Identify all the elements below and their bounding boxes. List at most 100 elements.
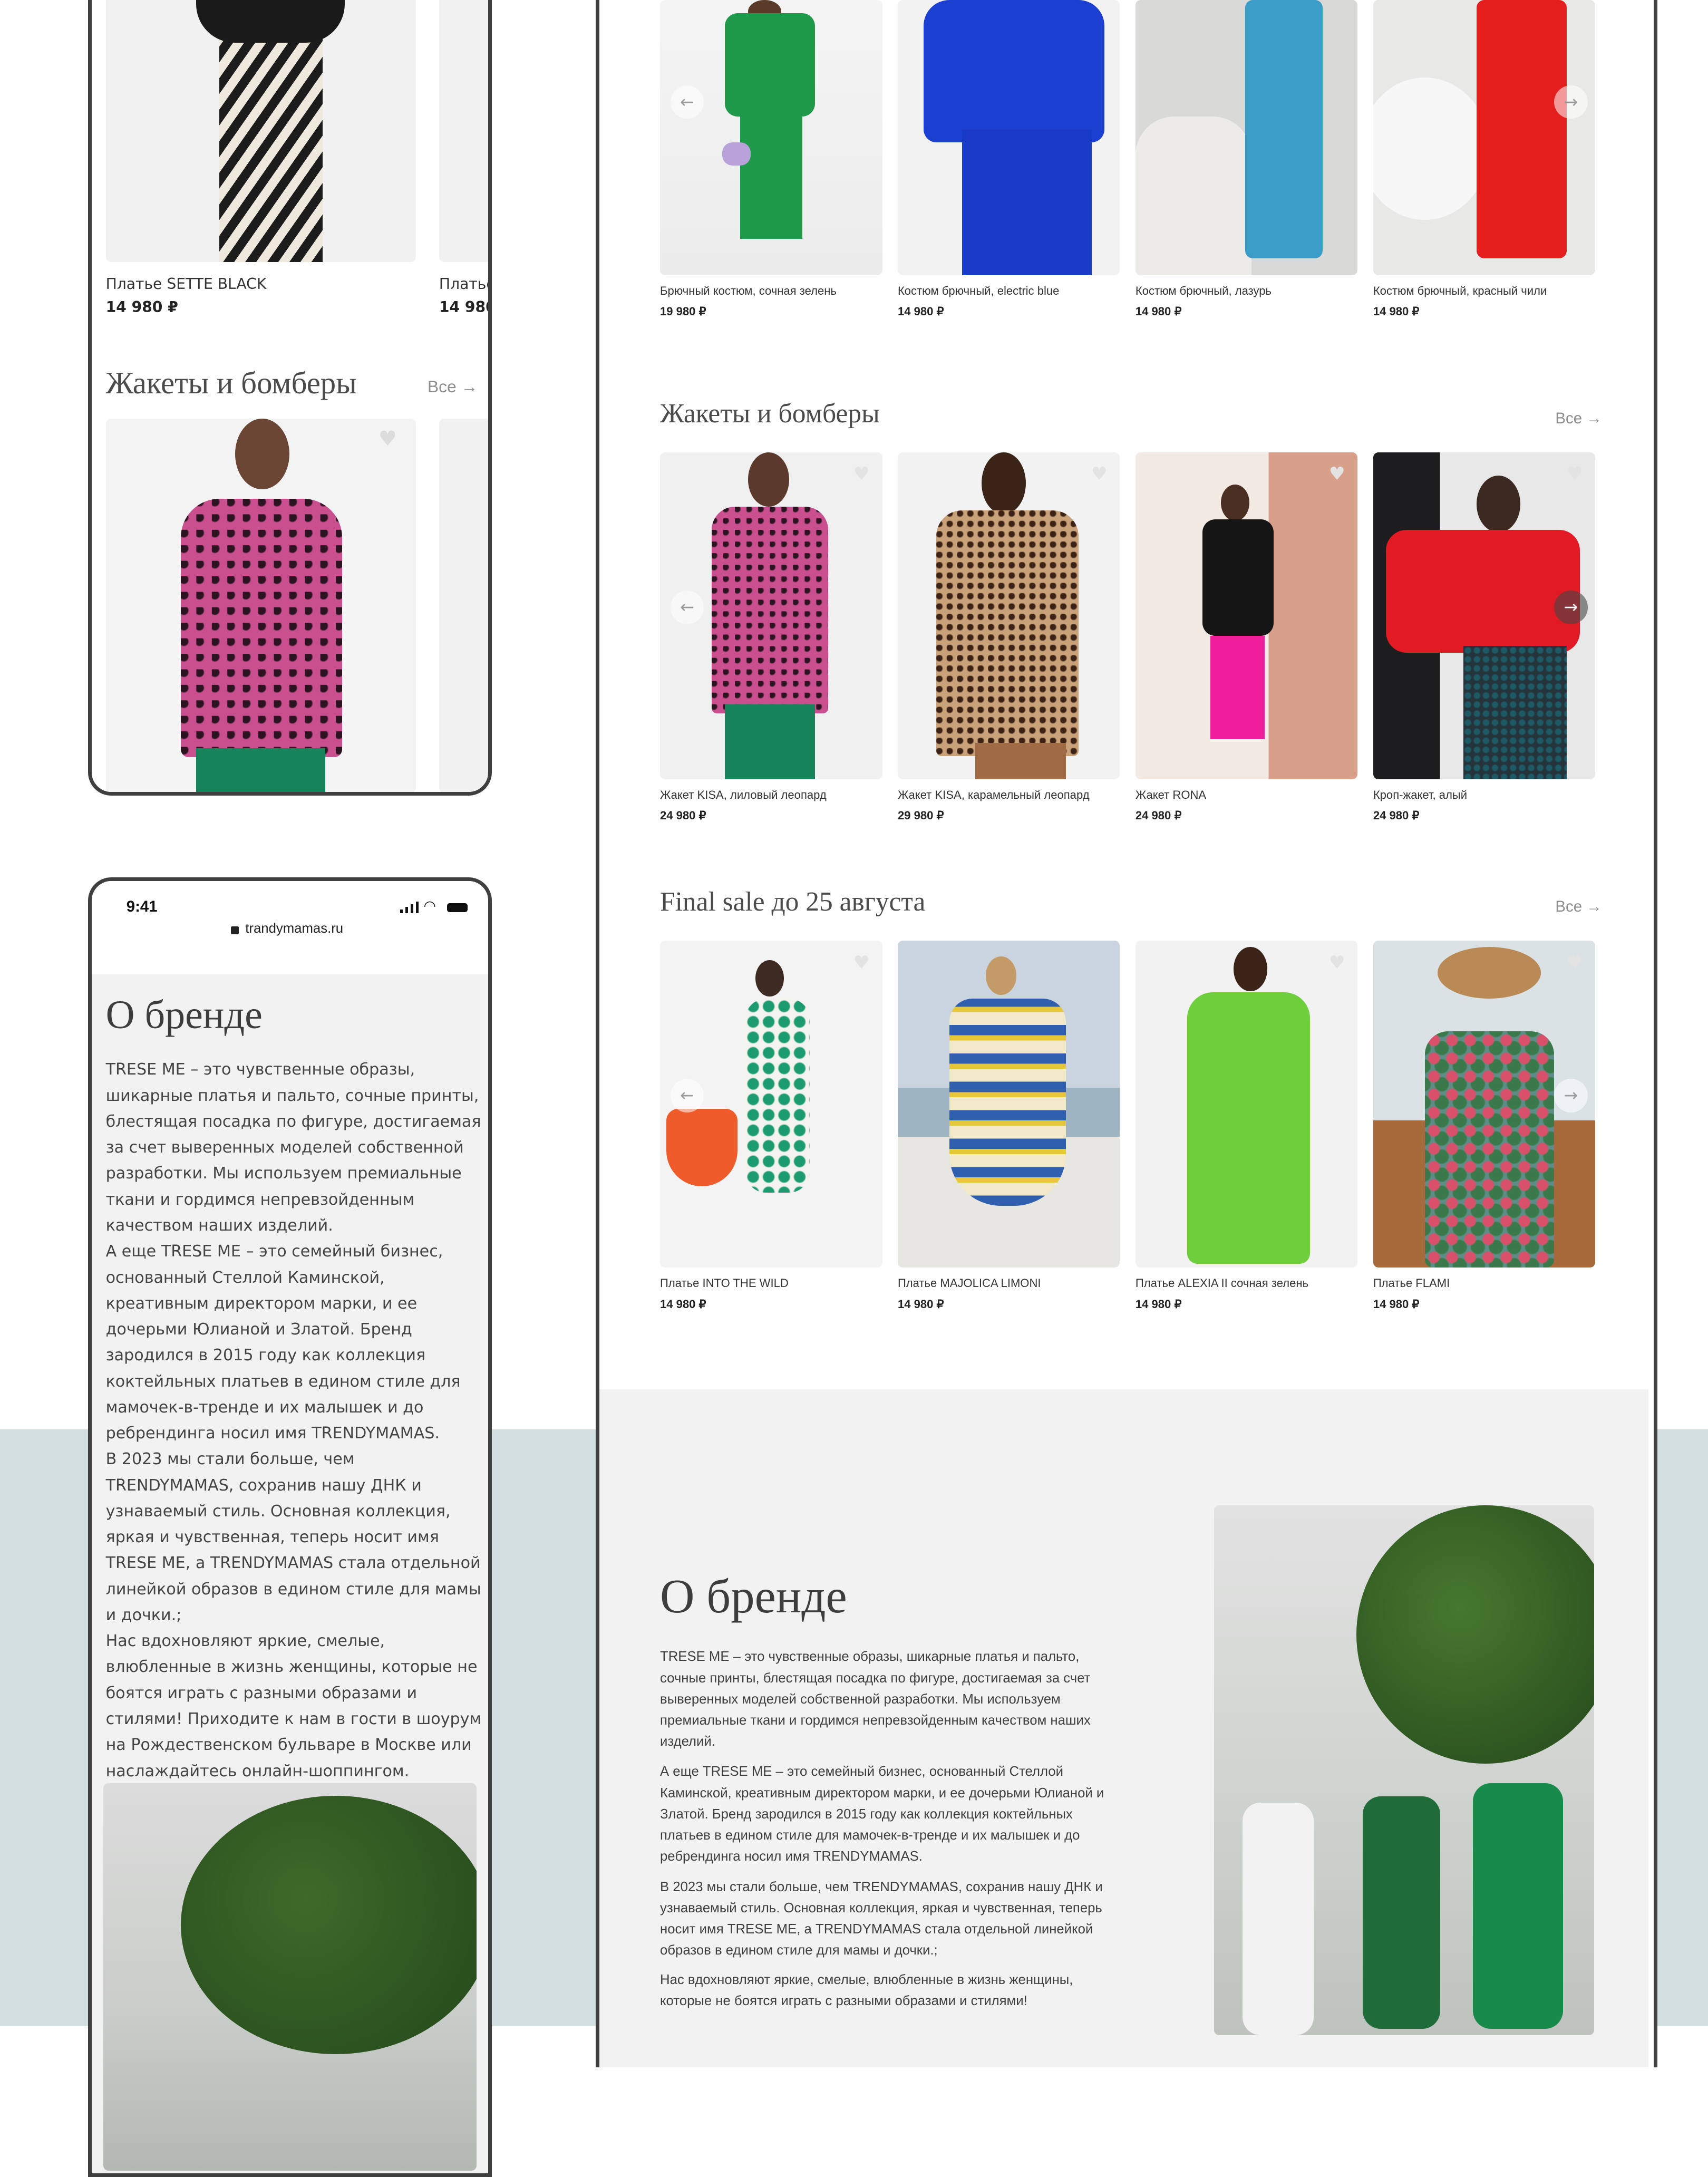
product-name[interactable]: Платье SETTE BLACK (106, 275, 267, 293)
heart-icon[interactable]: ♥ (852, 954, 870, 972)
all-link-label: Все (427, 377, 457, 396)
heart-icon[interactable]: ♥ (1328, 954, 1346, 972)
product-name-peek[interactable]: Платье (439, 275, 488, 293)
product-skirt (1210, 635, 1265, 739)
product-shirt (923, 0, 1105, 142)
heart-icon[interactable]: ♥ (379, 429, 397, 449)
product-image-peek-2[interactable] (439, 418, 489, 792)
product-name[interactable]: Жакет RONA (1136, 788, 1206, 802)
product-trousers (962, 129, 1092, 276)
product-image-blue-suit[interactable] (897, 0, 1120, 276)
product-image-majolica-limoni[interactable] (897, 941, 1120, 1268)
sphere (1373, 78, 1490, 220)
arrow-right-icon: → (1586, 898, 1602, 916)
product-name[interactable]: Костюм брючный, красный чили (1373, 284, 1547, 298)
model-head (985, 956, 1017, 995)
all-link-label: Все (1555, 409, 1583, 427)
model-head (748, 452, 790, 507)
section-title-jackets: Жакеты и бомберы (105, 366, 357, 401)
product-name[interactable]: Платье ALEXIA II сочная зелень (1136, 1276, 1308, 1290)
product-name[interactable]: Кроп-жакет, алый (1373, 788, 1467, 802)
about-paragraph: В 2023 мы стали больше, чем TRENDYMAMAS,… (660, 1879, 1103, 1958)
chair (1135, 116, 1252, 275)
all-link-jackets[interactable]: Все → (1555, 410, 1602, 428)
product-skirt (196, 748, 326, 792)
desktop-frame: ← → Брючный костюм, сочная зелень 19 980… (595, 0, 1657, 2068)
product-price: 14 980 ₽ (1373, 305, 1420, 318)
arrow-right-icon[interactable]: → (1554, 591, 1588, 624)
heart-icon[interactable]: ♥ (1090, 465, 1108, 483)
product-price-peek: 14 980 (439, 298, 492, 316)
product-image-rona[interactable] (1135, 452, 1358, 779)
heart-icon[interactable]: ♥ (1328, 465, 1346, 483)
product-name[interactable]: Костюм брючный, лазурь (1136, 284, 1272, 298)
url-text[interactable]: trandymamas.ru (245, 921, 343, 936)
product-dress (1187, 992, 1310, 1264)
battery-icon (447, 903, 468, 912)
product-name[interactable]: Жакет KISA, карамельный леопард (898, 788, 1090, 802)
product-name[interactable]: Жакет KISA, лиловый леопард (660, 788, 827, 802)
product-image-peek[interactable] (439, 0, 489, 263)
product-price: 14 980 ₽ (897, 305, 944, 318)
about-paragraph: Нас вдохновляют яркие, смелые, влюбленны… (660, 1972, 1073, 2009)
all-link-jackets[interactable]: Все → (428, 377, 478, 396)
product-dress (745, 999, 810, 1193)
product-price: 29 980 ₽ (897, 809, 944, 823)
model-head (1234, 947, 1267, 991)
product-name[interactable]: Платье FLAMI (1373, 1276, 1450, 1290)
product-skirt (1463, 646, 1567, 779)
heart-icon[interactable]: ♥ (1566, 465, 1584, 483)
product-trousers (740, 110, 802, 239)
product-name[interactable]: Платье MAJOLICA LIMONI (898, 1276, 1041, 1290)
product-bag (722, 142, 751, 166)
arrow-right-icon: → (461, 377, 478, 396)
product-price: 14 980 ₽ (660, 1297, 706, 1311)
product-image-alexia[interactable] (1135, 941, 1358, 1268)
tree-foliage (180, 1796, 477, 2055)
product-image-red-suit[interactable] (1373, 0, 1596, 276)
model-head (1220, 485, 1249, 521)
product-image-sette-black[interactable] (105, 0, 416, 263)
section-title-jackets: Жакеты и бомберы (660, 398, 880, 429)
product-dress (949, 999, 1066, 1206)
heart-icon[interactable]: ♥ (852, 465, 870, 483)
about-paragraph: А еще TRESE ME – это семейный бизнес, ос… (660, 1764, 1104, 1864)
product-jacket (712, 506, 828, 713)
product-jacket (1202, 519, 1274, 636)
product-price: 24 980 ₽ (660, 809, 706, 823)
about-text-mobile: TRESE ME – это чувственные образы, шикар… (105, 1060, 482, 1781)
product-top (196, 0, 345, 43)
model-head (982, 452, 1026, 515)
status-bar: 9:41 ◠ trandymamas.ru (91, 881, 489, 974)
product-skirt (975, 743, 1066, 779)
product-dress (1424, 1031, 1554, 1268)
arrow-left-icon[interactable]: ← (670, 1079, 704, 1113)
product-jacket (936, 510, 1079, 756)
product-name[interactable]: Платье INTO THE WILD (660, 1276, 789, 1290)
section-title-sale: Final sale до 25 августа (660, 887, 926, 917)
arrow-right-icon[interactable]: → (1554, 85, 1588, 119)
model-head (235, 418, 289, 490)
product-price: 19 980 ₽ (660, 305, 706, 318)
product-image-green-suit[interactable] (660, 0, 882, 276)
product-image-azure-suit[interactable] (1135, 0, 1358, 276)
product-price: 24 980 ₽ (1373, 809, 1420, 823)
about-paragraph: TRESE ME – это чувственные образы, шикар… (660, 1649, 1091, 1749)
person-green-jacket (1472, 1783, 1564, 2029)
person-white-jacket (1243, 1802, 1314, 2035)
person-green-top (1363, 1796, 1441, 2029)
product-price: 14 980 ₽ (105, 298, 178, 316)
product-image-kisa[interactable] (105, 418, 416, 792)
mobile-catalog-frame: Платье SETTE BLACK 14 980 ₽ Платье 14 98… (88, 0, 492, 796)
model-head (755, 960, 784, 996)
hat (1438, 947, 1541, 999)
all-link-sale[interactable]: Все → (1555, 898, 1602, 916)
arrow-right-icon[interactable]: → (1554, 1079, 1588, 1113)
product-name[interactable]: Костюм брючный, electric blue (898, 284, 1059, 298)
product-image-kisa-caramel[interactable] (897, 452, 1120, 779)
about-image-desktop (1214, 1505, 1594, 2035)
heart-icon[interactable]: ♥ (1566, 954, 1584, 972)
arrow-left-icon[interactable]: ← (670, 591, 704, 624)
about-image-mobile (103, 1783, 477, 2171)
product-name[interactable]: Брючный костюм, сочная зелень (660, 284, 837, 298)
